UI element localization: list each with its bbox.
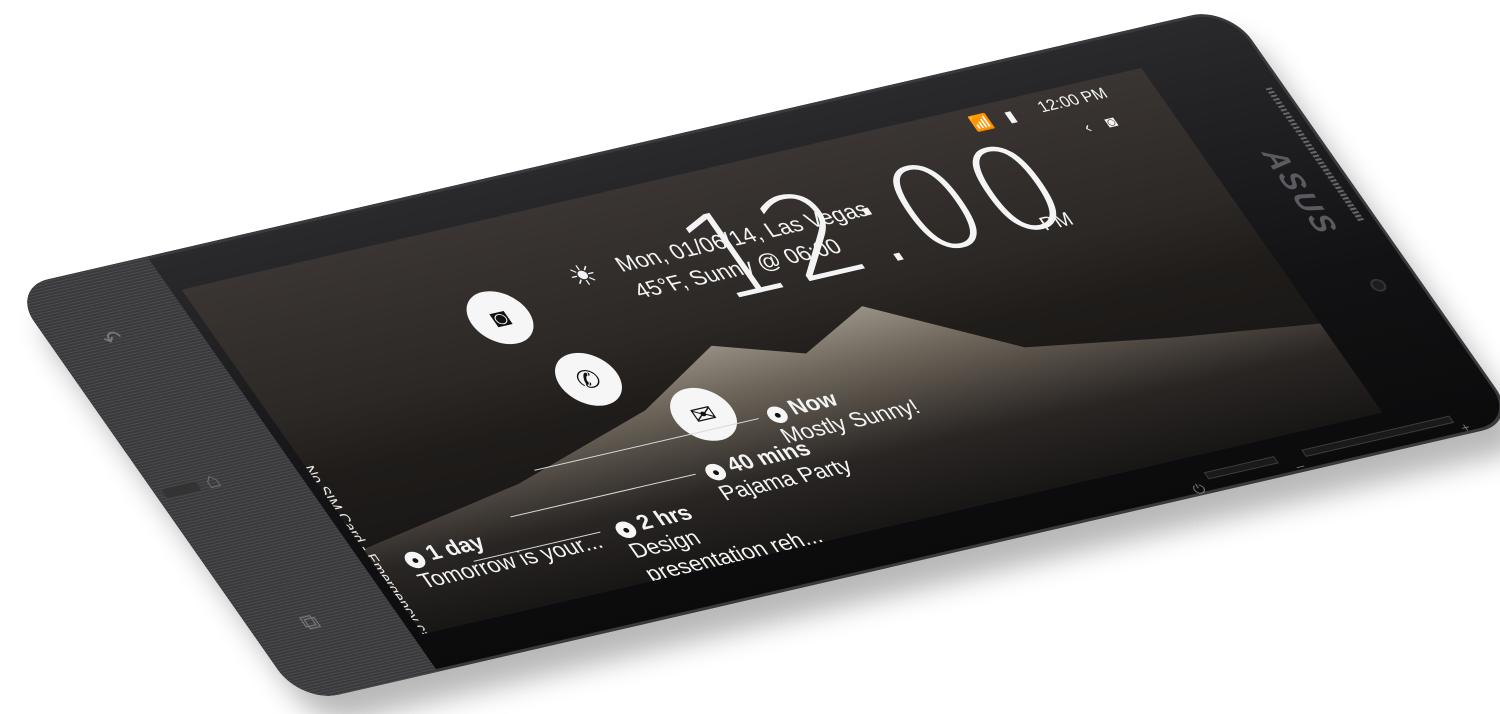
brand-logo: ASUS [1254,146,1346,239]
front-camera [1370,279,1387,291]
camera-icon[interactable]: ◙ [1101,114,1122,132]
phone-shortcut-button[interactable]: ✆ [542,347,635,412]
lock-screen[interactable]: 12:00 PM ☀ Mon, 01/06/14, Las Vegas 45°F… [181,67,1383,635]
chevron-left-icon[interactable]: ‹ [1080,120,1096,137]
sun-icon: ☀ [560,258,607,294]
volume-up-icon: + [1456,419,1475,436]
power-key[interactable] [1203,456,1279,480]
phone-body: ↶ ⌂ ⧉ 12:00 PM ☀ Mon, 01/06/14, Las Vega… [10,6,1500,704]
camera-shortcut-button[interactable]: ◙ [453,285,547,350]
power-icon: ⏻ [1188,480,1210,498]
status-time: 12:00 PM [1034,85,1112,116]
volume-down-icon: – [1290,457,1309,474]
lock-clock: 12:00 [651,117,1102,327]
mail-icon: ✉ [683,398,724,430]
camera-icon: ◙ [482,302,517,333]
phone-icon: ✆ [568,363,609,395]
